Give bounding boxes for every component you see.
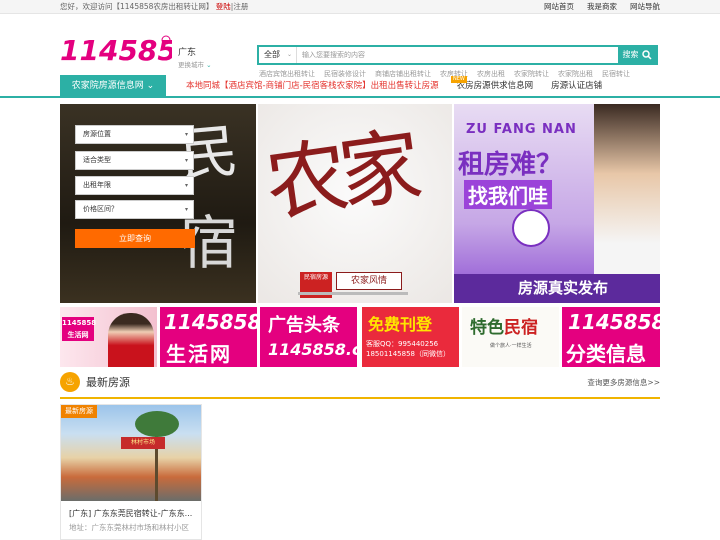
- banner-subheadline: 找我们哇: [464, 180, 552, 209]
- query-button[interactable]: 立即查询: [75, 229, 195, 248]
- top-bar: 您好，欢迎访问【1145858农房出租转让网】 登陆|注册 网站首页 我是商家 …: [0, 0, 720, 14]
- search-button[interactable]: 搜索: [618, 47, 656, 63]
- welcome-text: 您好，欢迎访问【1145858农房出租转让网】 登陆|注册: [60, 2, 249, 11]
- listing-photo: 林村市场: [61, 405, 201, 501]
- type-select[interactable]: 适合类型 ▾: [75, 151, 194, 170]
- top-link-home[interactable]: 网站首页: [544, 0, 574, 14]
- lease-term-select[interactable]: 出租年限 ▾: [75, 176, 194, 195]
- ad-line: 广告头条: [268, 315, 340, 336]
- chevron-down-icon: ⌄: [146, 81, 155, 91]
- ad-logo: 1145858 生活网: [62, 317, 97, 341]
- listing-label: 最新房源: [61, 405, 97, 418]
- carousel-indicator[interactable]: [298, 292, 408, 295]
- ad-tile[interactable]: 1145858 分类信息: [562, 307, 660, 367]
- ad-line: 分类信息: [566, 342, 646, 366]
- listing-photo-sign: 林村市场: [121, 437, 165, 449]
- ad-line: 1145858: [568, 310, 660, 334]
- ad-line: 特色民宿: [470, 318, 538, 338]
- ad-line: 免费刊登: [368, 315, 433, 334]
- search-box: 全部 ⌄ 输入您要搜索的内容 搜索: [257, 45, 658, 65]
- ad-tile[interactable]: 1145858 生活网: [160, 307, 257, 367]
- new-badge: NEW: [451, 76, 467, 83]
- ad-contact: 客服QQ：995440256 18501145858（同微信）: [366, 340, 450, 358]
- nav-item-supply-demand[interactable]: 农房房源供求信息网: [457, 75, 534, 98]
- section-title: 最新房源: [86, 376, 130, 389]
- banner-headline: 租房难？: [458, 150, 563, 180]
- banner-english: ZU FANG NAN: [466, 122, 577, 137]
- listing-address: 地址：广东东莞林村市场和林村小区: [69, 523, 189, 532]
- location-select[interactable]: 房源位置 ▾: [75, 125, 194, 144]
- chevron-down-icon: ⌄: [286, 51, 292, 58]
- top-link-sitemap[interactable]: 网站导航: [630, 0, 660, 14]
- ad-tile[interactable]: 广告头条 1145858.cn: [260, 307, 357, 367]
- main-nav: 农家院房源信息网 ⌄ 本地同城【酒店宾馆-商铺门店-民宿客栈农家院】出租出售转让…: [0, 75, 720, 98]
- listing-title[interactable]: [广东] 广东东莞民宿转让-广东东...: [69, 508, 199, 519]
- chevron-down-icon: ⌄: [206, 61, 212, 69]
- site-logo[interactable]: 1145858: [60, 34, 172, 66]
- ad-tile[interactable]: 特色民宿 做个旅人·一样生活: [462, 307, 559, 367]
- banner-slogan: 房源真实发布: [454, 274, 660, 303]
- logo-text: 1145858: [60, 34, 172, 66]
- fire-icon: ♨: [60, 372, 80, 392]
- search-category-select[interactable]: 全部 ⌄: [259, 47, 297, 63]
- banner-tag: 农家风情: [336, 272, 402, 290]
- chevron-down-icon: ▾: [184, 131, 188, 138]
- ad-tile[interactable]: 免费刊登 客服QQ：995440256 18501145858（同微信）: [362, 307, 459, 367]
- filter-banner: 民 宿 房源位置 ▾ 适合类型 ▾ 出租年限 ▾ 价格区间？ ▾ 立即查询: [60, 104, 256, 303]
- ad-line: 生活网: [166, 342, 232, 366]
- nav-item-promo[interactable]: 本地同城【酒店宾馆-商铺门店-民宿客栈农家院】出租出售转让房源: [186, 75, 439, 98]
- nav-items: 本地同城【酒店宾馆-商铺门店-民宿客栈农家院】出租出售转让房源 农房房源供求信息…: [186, 75, 602, 98]
- current-city: 广东: [178, 48, 197, 58]
- chevron-down-icon: ▾: [184, 206, 188, 213]
- register-link[interactable]: 注册: [233, 2, 248, 11]
- chevron-down-icon: ▾: [184, 157, 188, 164]
- ad-photo: [108, 313, 154, 367]
- ad-line: 1145858: [164, 310, 257, 334]
- chevron-down-icon: ▾: [184, 182, 188, 189]
- search-input[interactable]: 输入您要搜索的内容: [297, 47, 618, 63]
- search-icon: [641, 50, 652, 60]
- nav-item-certified-shops[interactable]: 房源认证店铺: [551, 75, 602, 98]
- ad-line: 做个旅人·一样生活: [490, 343, 532, 349]
- rental-banner[interactable]: ZU FANG NAN 租房难？ 找我们哇 房源真实发布: [454, 104, 660, 303]
- farmhouse-banner[interactable]: 农家 民宿房源 农家风情: [258, 104, 452, 303]
- switch-city-link[interactable]: 更换城市 ⌄: [178, 59, 212, 69]
- price-range-select[interactable]: 价格区间？ ▾: [75, 200, 194, 219]
- house-search-icon: [512, 209, 550, 247]
- listing-card[interactable]: 林村市场 最新房源 [广东] 广东东莞民宿转让-广东东... 地址：广东东莞林村…: [60, 404, 202, 540]
- more-listings-link[interactable]: 查询更多房源信息>>: [587, 377, 660, 388]
- banner-headline: 农家: [260, 119, 420, 234]
- header: 1145858 广东 更换城市 ⌄ 全部⌄ 输入您要搜索的内容 搜索 酒店宾馆出…: [0, 14, 720, 78]
- login-link[interactable]: 登陆: [216, 2, 231, 11]
- nav-category-menu[interactable]: 农家院房源信息网 ⌄: [60, 75, 166, 98]
- ad-strip: 1145858 生活网 1145858 生活网 广告头条 1145858.cn …: [60, 307, 660, 367]
- latest-listings-header: ♨ 最新房源 查询更多房源信息>>: [60, 370, 660, 399]
- ad-tile[interactable]: 1145858 生活网: [60, 307, 157, 367]
- welcome-message: 您好，欢迎访问【1145858农房出租转让网】: [60, 2, 214, 11]
- ad-line: 1145858.cn: [268, 340, 357, 359]
- top-links: 网站首页 我是商家 网站导航: [544, 0, 660, 14]
- top-link-merchant[interactable]: 我是商家: [587, 0, 617, 14]
